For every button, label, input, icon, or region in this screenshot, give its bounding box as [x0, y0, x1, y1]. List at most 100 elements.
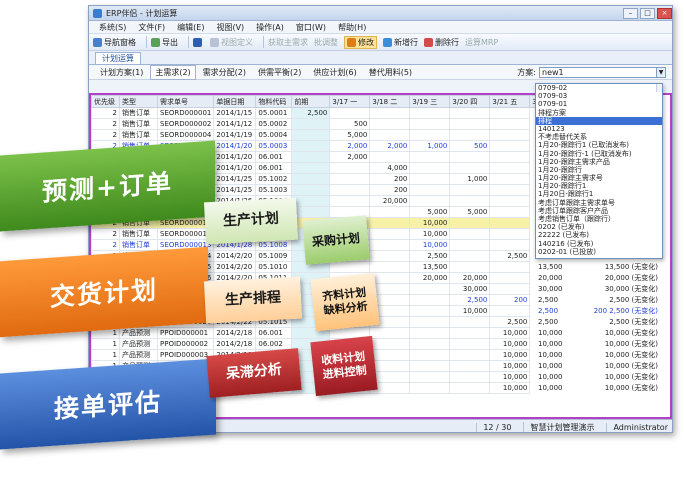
table-cell[interactable] — [409, 195, 451, 207]
table-cell[interactable] — [489, 173, 531, 185]
table-cell[interactable] — [329, 261, 371, 273]
dropdown-option[interactable]: 1月20-跟踪主需求产品 — [536, 158, 662, 166]
table-cell[interactable]: 1,000 — [449, 173, 491, 185]
close-button[interactable]: × — [657, 7, 672, 19]
table-cell[interactable]: 5,000 — [409, 206, 451, 218]
dropdown-option[interactable]: 考虑销售订单（跟踪行） — [536, 215, 662, 223]
table-cell[interactable]: 2 — [91, 239, 120, 251]
table-cell[interactable]: 2014/1/20 — [213, 162, 257, 174]
table-cell[interactable] — [291, 118, 331, 130]
table-cell[interactable]: 06.001 — [255, 162, 293, 174]
table-cell[interactable]: 2014/1/15 — [213, 107, 257, 119]
minimize-button[interactable]: – — [623, 7, 638, 19]
table-cell[interactable] — [489, 162, 531, 174]
table-cell[interactable] — [409, 173, 451, 185]
dropdown-option[interactable]: 22222 (已发布) — [536, 231, 662, 239]
table-row[interactable]: 2 销售订单 SEORD000002 2014/1/12 05.0002 500 — [91, 118, 570, 130]
menu-help[interactable]: 帮助(H) — [338, 22, 366, 33]
table-cell[interactable] — [409, 162, 451, 174]
table-cell[interactable] — [369, 250, 411, 262]
table-cell[interactable]: 10,000 — [489, 360, 531, 372]
table-cell[interactable] — [409, 283, 451, 295]
table-cell[interactable]: 30,000 — [449, 283, 491, 295]
table-cell[interactable]: 2 — [91, 107, 120, 119]
table-cell[interactable]: 2014/1/25 — [213, 184, 257, 196]
chevron-down-icon[interactable]: ▼ — [657, 66, 666, 78]
table-cell[interactable] — [329, 162, 371, 174]
menu-system[interactable]: 系统(S) — [99, 22, 126, 33]
table-cell[interactable] — [449, 316, 491, 328]
table-cell[interactable] — [291, 173, 331, 185]
table-cell[interactable] — [409, 151, 451, 163]
table-cell[interactable]: 10,000 — [409, 239, 451, 251]
table-cell[interactable]: 06.001 — [255, 327, 293, 339]
table-cell[interactable] — [409, 371, 451, 383]
table-cell[interactable]: 2014/1/20 — [213, 140, 257, 152]
table-cell[interactable]: 2014/2/18 — [213, 338, 257, 350]
table-cell[interactable] — [489, 283, 531, 295]
table-cell[interactable] — [369, 129, 411, 141]
table-cell[interactable]: 20,000 — [449, 272, 491, 284]
table-cell[interactable]: 13,500 — [409, 261, 451, 273]
table-cell[interactable] — [291, 129, 331, 141]
table-cell[interactable] — [291, 140, 331, 152]
column-header[interactable]: 优先级 — [91, 95, 120, 108]
new-row-button[interactable]: 新增行 — [383, 37, 418, 48]
table-cell[interactable] — [329, 107, 371, 119]
column-header[interactable]: 物料代码 — [255, 95, 293, 108]
table-cell[interactable]: 产品预测 — [119, 349, 158, 361]
table-cell[interactable]: 10,000 — [489, 327, 531, 339]
table-cell[interactable] — [449, 338, 491, 350]
table-cell[interactable] — [489, 261, 531, 273]
view-def-button[interactable]: 视图定义 — [210, 37, 253, 48]
table-cell[interactable] — [489, 195, 531, 207]
table-cell[interactable]: 销售订单 — [119, 129, 158, 141]
table-cell[interactable]: 2014/2/18 — [213, 327, 257, 339]
dropdown-option[interactable]: 排程 — [536, 116, 662, 125]
table-cell[interactable]: 05.1009 — [255, 250, 293, 262]
table-cell[interactable]: 5,000 — [449, 206, 491, 218]
table-cell[interactable] — [369, 360, 411, 372]
table-cell[interactable]: 200 — [369, 184, 411, 196]
table-cell[interactable] — [329, 195, 371, 207]
table-cell[interactable]: 05.1010 — [255, 261, 293, 273]
table-cell[interactable] — [409, 294, 451, 306]
table-cell[interactable] — [369, 228, 411, 240]
modify-button[interactable]: 修改 — [344, 35, 377, 49]
dropdown-option[interactable]: 1月20-跟踪行1 (已取消发布) — [536, 141, 662, 149]
table-cell[interactable] — [489, 206, 531, 218]
column-header[interactable]: 3/17 一 — [329, 95, 371, 108]
table-cell[interactable] — [449, 327, 491, 339]
table-cell[interactable]: 销售订单 — [119, 228, 158, 240]
dropdown-option[interactable]: 0709-02 — [536, 84, 662, 92]
table-cell[interactable] — [489, 118, 531, 130]
table-cell[interactable] — [489, 140, 531, 152]
tab-demand-allocation[interactable]: 需求分配(2) — [198, 65, 251, 80]
table-cell[interactable]: 2,500 — [449, 294, 491, 306]
table-cell[interactable]: 2,500 — [489, 316, 531, 328]
table-cell[interactable]: 05.1002 — [255, 173, 293, 185]
dropdown-option[interactable]: 0202-01 (已投放) — [536, 248, 662, 256]
table-cell[interactable]: 2,500 — [409, 250, 451, 262]
column-header[interactable]: 需求单号 — [156, 95, 215, 108]
table-cell[interactable]: 2014/2/20 — [213, 250, 257, 262]
menu-action[interactable]: 操作(A) — [256, 22, 284, 33]
table-cell[interactable] — [291, 162, 331, 174]
table-cell[interactable]: 1 — [91, 338, 120, 350]
table-cell[interactable]: 200 — [489, 294, 531, 306]
table-cell[interactable] — [409, 305, 451, 317]
run-mrp-button[interactable]: 运算MRP — [465, 37, 498, 48]
dropdown-option[interactable]: 140216 (已发布) — [536, 240, 662, 248]
table-cell[interactable] — [291, 206, 331, 218]
dropdown-option[interactable]: 考虑订单跟踪主需求单号 — [536, 199, 662, 207]
batch-adjust-button[interactable]: 批调整 — [314, 37, 338, 48]
table-cell[interactable] — [489, 107, 531, 119]
table-cell[interactable]: 1 — [91, 349, 120, 361]
save-icon-button[interactable] — [193, 37, 204, 47]
table-cell[interactable] — [449, 228, 491, 240]
table-cell[interactable]: 06.001 — [255, 151, 293, 163]
tab-main-demand[interactable]: 主需求(2) — [150, 64, 196, 80]
table-cell[interactable] — [409, 118, 451, 130]
dropdown-scrollbar[interactable] — [656, 84, 662, 93]
table-cell[interactable] — [449, 371, 491, 383]
